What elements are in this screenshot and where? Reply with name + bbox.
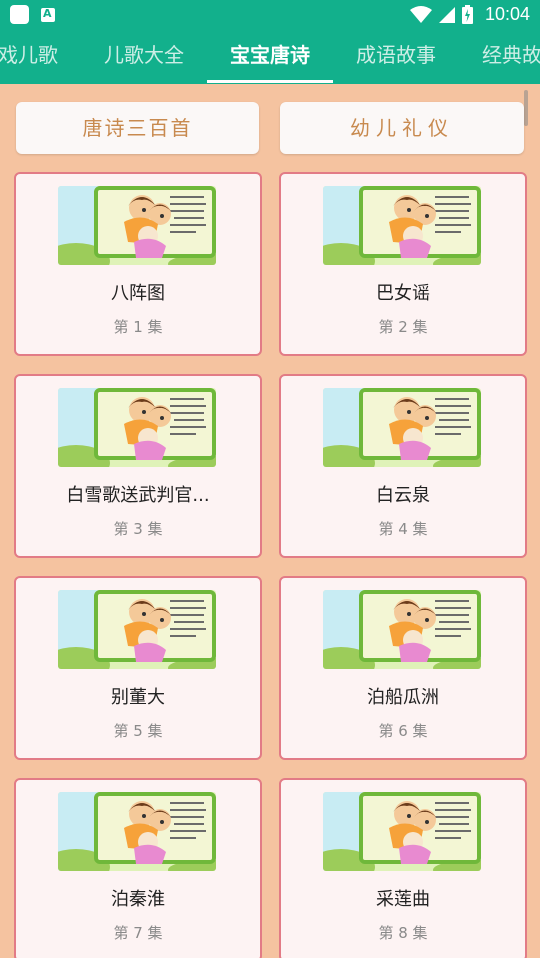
episode-label: 第 2 集 [378, 318, 428, 336]
episode-label: 第 4 集 [378, 520, 428, 538]
status-time: 10:04 [484, 4, 530, 24]
status-left [10, 5, 55, 24]
poem-title: 泊秦淮 [111, 889, 165, 910]
poem-thumbnail [58, 186, 216, 265]
poem-title: 别董大 [111, 687, 165, 708]
poem-title: 采莲曲 [376, 889, 430, 910]
poem-card-6[interactable]: 泊船瓜洲 第 6 集 [279, 576, 527, 760]
tab-cheng-yu-gu-shi[interactable]: 成语故事 [356, 36, 436, 84]
episode-label: 第 6 集 [378, 722, 428, 740]
battery-icon [461, 5, 473, 24]
poem-card-7[interactable]: 泊秦淮 第 7 集 [14, 778, 262, 958]
status-bar: 10:04 [0, 0, 540, 30]
tang-shi-300-button[interactable]: 唐诗三百首 [16, 102, 259, 154]
content-area[interactable]: 唐诗三百首 幼儿礼仪 八阵图 第 1 集 巴女谣 第 2 集 白雪歌送武判官..… [0, 84, 540, 958]
poem-thumbnail [58, 590, 216, 669]
app-square-icon [10, 5, 29, 24]
tab-bar: 戏儿歌 儿歌大全 宝宝唐诗 成语故事 经典故 [0, 36, 540, 84]
a-badge-icon [41, 7, 55, 22]
wifi-icon [409, 5, 432, 23]
episode-label: 第 1 集 [113, 318, 163, 336]
tab-bao-bao-tang-shi[interactable]: 宝宝唐诗 [230, 36, 310, 84]
poem-card-1[interactable]: 八阵图 第 1 集 [14, 172, 262, 356]
episode-label: 第 7 集 [113, 924, 163, 942]
poem-thumbnail [58, 792, 216, 871]
poem-card-8[interactable]: 采莲曲 第 8 集 [279, 778, 527, 958]
poem-card-5[interactable]: 别董大 第 5 集 [14, 576, 262, 760]
poem-thumbnail [58, 388, 216, 467]
tab-jing-dian-gu-shi[interactable]: 经典故 [482, 36, 540, 84]
scrollbar[interactable] [524, 90, 528, 126]
tab-er-ge-da-quan[interactable]: 儿歌大全 [104, 36, 184, 84]
poem-title: 白雪歌送武判官... [66, 485, 210, 506]
app-bar: 10:04 戏儿歌 儿歌大全 宝宝唐诗 成语故事 经典故 [0, 0, 540, 84]
poem-thumbnail [323, 792, 481, 871]
tab-xi-er-ge[interactable]: 戏儿歌 [0, 36, 58, 84]
poem-card-3[interactable]: 白雪歌送武判官... 第 3 集 [14, 374, 262, 558]
poem-title: 泊船瓜洲 [367, 687, 439, 708]
status-right: 10:04 [409, 4, 530, 25]
you-er-li-yi-button[interactable]: 幼儿礼仪 [280, 102, 524, 154]
episode-label: 第 3 集 [113, 520, 163, 538]
signal-icon [438, 6, 455, 23]
poem-title: 白云泉 [376, 485, 430, 506]
poem-thumbnail [323, 186, 481, 265]
poem-card-2[interactable]: 巴女谣 第 2 集 [279, 172, 527, 356]
poem-title: 八阵图 [111, 283, 165, 304]
poem-thumbnail [323, 590, 481, 669]
poem-card-4[interactable]: 白云泉 第 4 集 [279, 374, 527, 558]
tab-indicator [207, 80, 333, 83]
poem-title: 巴女谣 [376, 283, 430, 304]
episode-label: 第 8 集 [378, 924, 428, 942]
poem-thumbnail [323, 388, 481, 467]
episode-label: 第 5 集 [113, 722, 163, 740]
